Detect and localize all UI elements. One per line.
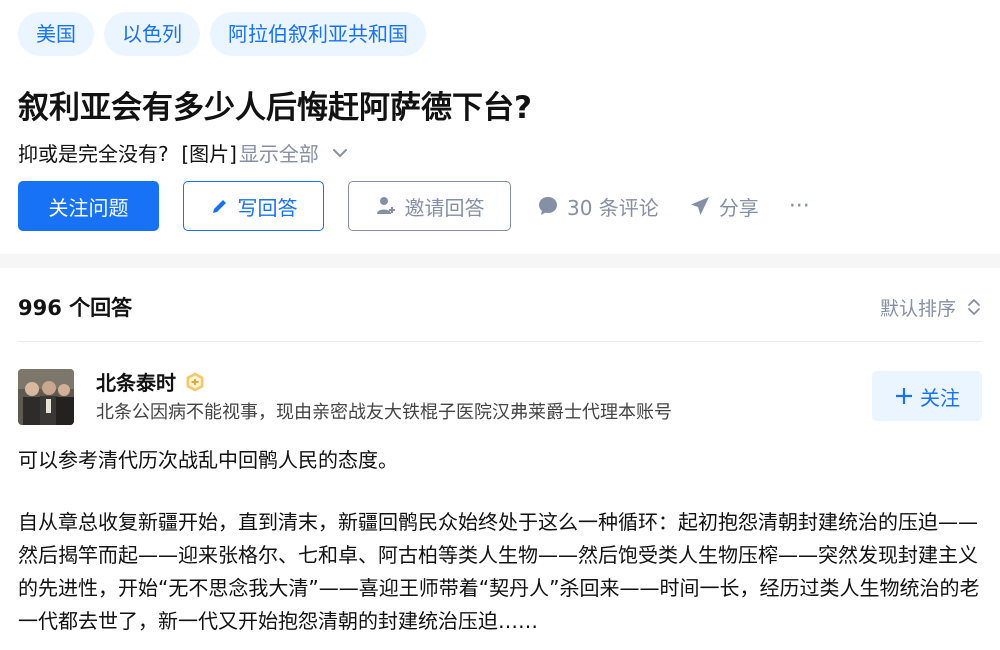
answer-content: 可以参考清代历次战乱中回鹘人民的态度。 自从章总收复新疆开始，直到清末，新疆回鹘…	[18, 444, 982, 638]
answers-header: 996 个回答 默认排序	[18, 292, 982, 322]
invite-answer-button[interactable]: 邀请回答	[348, 181, 511, 231]
sort-dropdown[interactable]: 默认排序	[880, 294, 982, 321]
comment-bubble-icon	[539, 197, 557, 215]
author-bio: 北条公因病不能视事，现由亲密战友大铁棍子医院汉弗莱爵士代理本账号	[96, 402, 672, 423]
sort-updown-icon	[968, 299, 980, 315]
share-label: 分享	[718, 195, 759, 220]
question-detail-text: 抑或是完全没有? [图片]	[18, 142, 237, 166]
topic-tag[interactable]: 以色列	[104, 12, 200, 56]
more-button[interactable]: ···	[789, 181, 810, 231]
write-answer-button[interactable]: 写回答	[183, 181, 324, 231]
question-detail: 抑或是完全没有? [图片] 显示全部	[18, 138, 349, 167]
answer-paragraph: 自从章总收复新疆开始，直到清末，新疆回鹘民众始终处于这么一种循环：起初抱怨清朝封…	[18, 510, 980, 633]
chevron-down-icon	[332, 148, 347, 157]
header-rule	[18, 341, 982, 342]
topic-tag[interactable]: 美国	[18, 12, 94, 56]
author-name[interactable]: 北条泰时	[96, 367, 176, 396]
follow-question-button[interactable]: 关注问题	[18, 181, 159, 231]
show-all-label: 显示全部	[238, 142, 319, 166]
comments-button[interactable]: 30 条评论	[537, 181, 659, 231]
section-divider	[0, 254, 1000, 268]
answers-count: 996 个回答	[18, 296, 133, 320]
follow-author-label: 关注	[920, 385, 960, 410]
paper-plane-icon	[690, 197, 709, 215]
plus-icon	[896, 388, 912, 404]
answer-author: 北条泰时 北条公因病不能视事，现由亲密战友大铁棍子医院汉弗莱爵士代理本账号 关注	[18, 367, 982, 425]
author-name-row: 北条泰时	[96, 367, 206, 396]
invite-answer-label: 邀请回答	[404, 195, 485, 220]
badge-icon	[186, 372, 204, 391]
pencil-icon	[212, 200, 226, 213]
avatar[interactable]	[18, 369, 74, 425]
show-all-button[interactable]: 显示全部	[239, 138, 349, 167]
sort-label: 默认排序	[879, 297, 956, 320]
invite-user-icon	[376, 197, 395, 214]
topic-tag[interactable]: 阿拉伯叙利亚共和国	[210, 12, 426, 56]
question-actions: 关注问题 写回答 邀请回答 30 条评论 分享 ···	[18, 181, 810, 231]
follow-author-button[interactable]: 关注	[872, 371, 982, 421]
topic-tags: 美国 以色列 阿拉伯叙利亚共和国	[18, 12, 426, 56]
question-title: 叙利亚会有多少人后悔赶阿萨德下台?	[18, 90, 532, 126]
comments-label: 30 条评论	[567, 195, 659, 220]
share-button[interactable]: 分享	[689, 181, 759, 231]
write-answer-label: 写回答	[237, 195, 298, 220]
answer-paragraph: 可以参考清代历次战乱中回鹘人民的态度。	[18, 448, 398, 472]
